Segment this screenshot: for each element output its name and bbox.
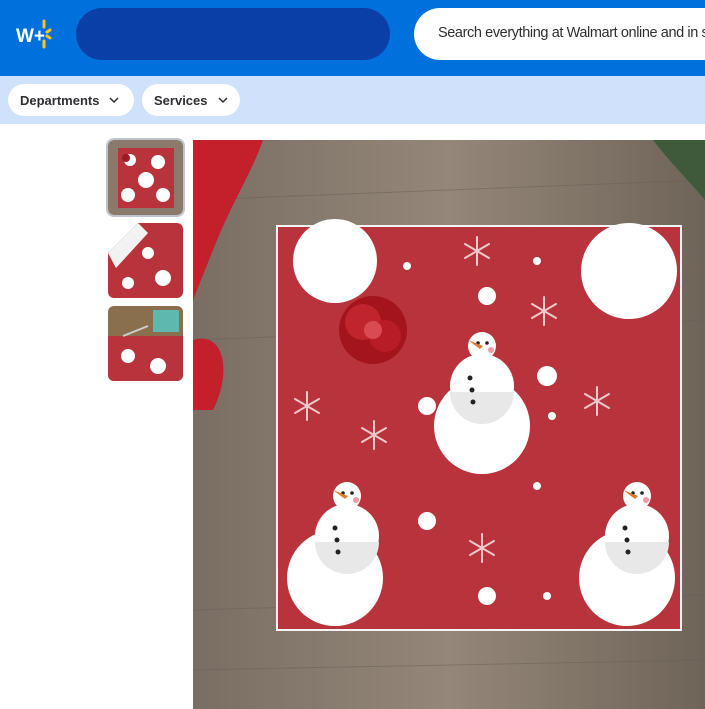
search-input[interactable]: Search everything at Walmart online and …: [438, 25, 705, 41]
snowman-wrapping-paper-image: [193, 140, 705, 709]
sub-nav-bar: Departments Services: [0, 76, 705, 124]
product-thumbnail-3[interactable]: [108, 306, 183, 381]
walmart-plus-logo[interactable]: W+: [14, 16, 54, 52]
store-selector-pill[interactable]: [76, 8, 390, 60]
departments-button[interactable]: Departments: [8, 84, 134, 116]
wrapping-paper-roll-image: [108, 223, 183, 298]
services-button[interactable]: Services: [142, 84, 240, 116]
departments-label: Departments: [20, 92, 100, 108]
main-product-image[interactable]: [193, 140, 705, 709]
red-bow-icon: [339, 296, 407, 364]
header-bar: W+ Search everything at Walmart online a…: [0, 0, 705, 76]
chevron-down-icon: [217, 97, 228, 104]
services-label: Services: [154, 92, 208, 108]
chevron-down-icon: [109, 97, 119, 104]
walmart-spark-icon: W+: [16, 19, 52, 49]
wrapping-paper-thumbnail-image: [108, 140, 183, 215]
product-thumbnail-2[interactable]: [108, 223, 183, 298]
logo-text: W+: [16, 26, 45, 47]
product-thumbnail-1[interactable]: [106, 138, 185, 217]
search-bar[interactable]: Search everything at Walmart online and …: [414, 8, 705, 60]
wrapping-scene-image: [108, 306, 183, 381]
